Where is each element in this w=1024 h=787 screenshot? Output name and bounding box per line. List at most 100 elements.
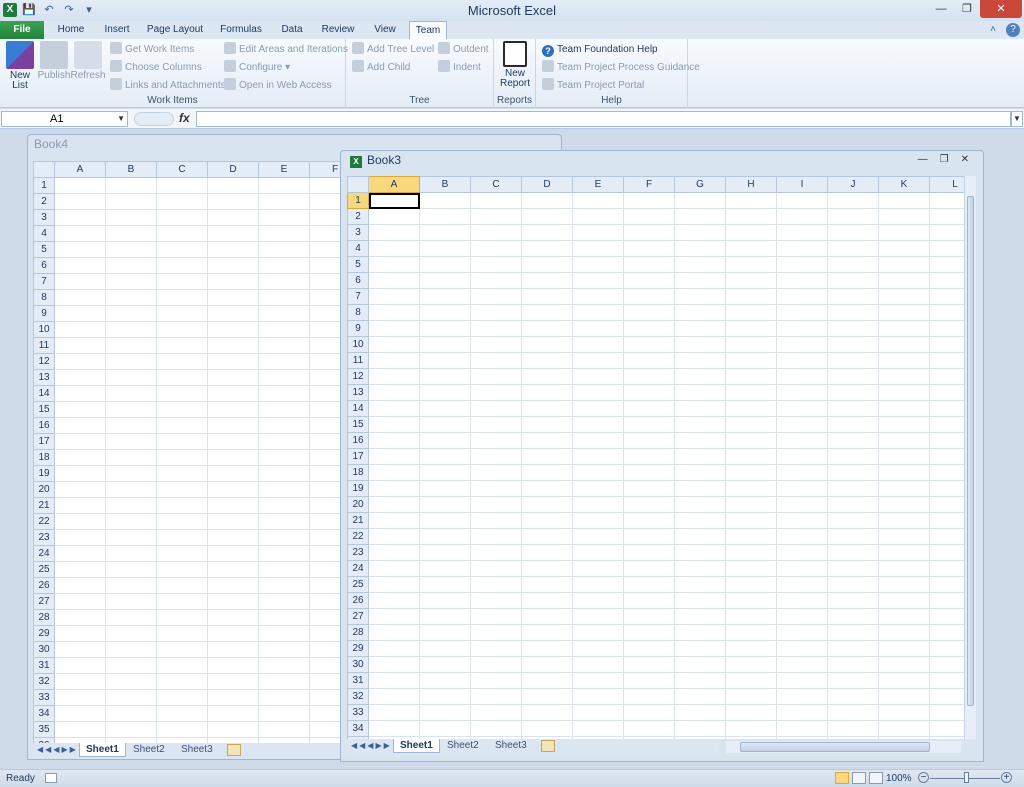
cell-c1[interactable]	[470, 192, 522, 209]
cell-c10[interactable]	[156, 321, 208, 338]
cell-k26[interactable]	[878, 592, 930, 609]
cell-b7[interactable]	[105, 273, 157, 290]
cell-d15[interactable]	[207, 401, 259, 418]
cell-j12[interactable]	[827, 368, 879, 385]
cell-j30[interactable]	[827, 656, 879, 673]
row-header[interactable]: 18	[347, 464, 369, 481]
cell-e22[interactable]	[258, 513, 310, 530]
restore-icon[interactable]: ❐	[940, 154, 949, 165]
cell-j29[interactable]	[827, 640, 879, 657]
cell-f16[interactable]	[309, 417, 343, 434]
cell-g16[interactable]	[674, 432, 726, 449]
cell-a35[interactable]	[54, 721, 106, 738]
cell-b16[interactable]	[419, 432, 471, 449]
cell-j6[interactable]	[827, 272, 879, 289]
cell-e5[interactable]	[572, 256, 624, 273]
cell-b33[interactable]	[105, 689, 157, 706]
cell-d3[interactable]	[207, 209, 259, 226]
cell-i26[interactable]	[776, 592, 828, 609]
cell-c6[interactable]	[156, 257, 208, 274]
column-header-b[interactable]: B	[419, 176, 471, 193]
cell-a33[interactable]	[54, 689, 106, 706]
cell-e23[interactable]	[572, 544, 624, 561]
row-header[interactable]: 17	[33, 433, 55, 450]
cell-g33[interactable]	[674, 704, 726, 721]
cell-b26[interactable]	[419, 592, 471, 609]
cell-a6[interactable]	[368, 272, 420, 289]
formula-bar-splitter[interactable]	[134, 112, 174, 126]
cell-k17[interactable]	[878, 448, 930, 465]
cell-d22[interactable]	[207, 513, 259, 530]
cell-b15[interactable]	[419, 416, 471, 433]
cell-b23[interactable]	[419, 544, 471, 561]
cell-e33[interactable]	[258, 689, 310, 706]
cell-j1[interactable]	[827, 192, 879, 209]
cell-i23[interactable]	[776, 544, 828, 561]
cell-e18[interactable]	[572, 464, 624, 481]
cell-a30[interactable]	[368, 656, 420, 673]
cell-k19[interactable]	[878, 480, 930, 497]
cell-h19[interactable]	[725, 480, 777, 497]
indent-button[interactable]: Indent	[438, 60, 481, 76]
cell-a5[interactable]	[54, 241, 106, 258]
get-work-items-button[interactable]: Get Work Items	[110, 42, 194, 58]
sheet-nav-icon[interactable]: ◀◀◀▶▶	[351, 741, 392, 750]
cell-a8[interactable]	[54, 289, 106, 306]
cell-a16[interactable]	[54, 417, 106, 434]
cell-k13[interactable]	[878, 384, 930, 401]
cell-f8[interactable]	[623, 304, 675, 321]
cell-f12[interactable]	[309, 353, 343, 370]
cell-d31[interactable]	[207, 657, 259, 674]
cell-e8[interactable]	[572, 304, 624, 321]
cell-b4[interactable]	[419, 240, 471, 257]
cell-c16[interactable]	[470, 432, 522, 449]
cell-f30[interactable]	[623, 656, 675, 673]
cell-c17[interactable]	[156, 433, 208, 450]
cell-f14[interactable]	[623, 400, 675, 417]
cell-c22[interactable]	[470, 528, 522, 545]
cell-h32[interactable]	[725, 688, 777, 705]
cell-c11[interactable]	[470, 352, 522, 369]
cell-a17[interactable]	[54, 433, 106, 450]
open-web-access-button[interactable]: Open in Web Access	[224, 78, 332, 94]
row-header[interactable]: 23	[33, 529, 55, 546]
column-header-c[interactable]: C	[156, 161, 208, 178]
cell-e14[interactable]	[258, 385, 310, 402]
zoom-slider[interactable]: − +	[918, 772, 1012, 784]
cell-a12[interactable]	[54, 353, 106, 370]
cell-j8[interactable]	[827, 304, 879, 321]
column-header-a[interactable]: A	[54, 161, 106, 178]
cell-b31[interactable]	[105, 657, 157, 674]
cell-f14[interactable]	[309, 385, 343, 402]
cell-b27[interactable]	[105, 593, 157, 610]
cell-d9[interactable]	[521, 320, 573, 337]
cell-a18[interactable]	[54, 449, 106, 466]
page-break-view-icon[interactable]	[869, 772, 883, 784]
cell-l17[interactable]	[929, 448, 964, 465]
cell-b33[interactable]	[419, 704, 471, 721]
cell-j24[interactable]	[827, 560, 879, 577]
cell-h3[interactable]	[725, 224, 777, 241]
sheet-tab-sheet3[interactable]: Sheet3	[175, 743, 219, 757]
cell-e1[interactable]	[258, 177, 310, 194]
cell-j31[interactable]	[827, 672, 879, 689]
cell-k6[interactable]	[878, 272, 930, 289]
cell-c4[interactable]	[470, 240, 522, 257]
column-header-g[interactable]: G	[674, 176, 726, 193]
close-icon[interactable]: ✕	[980, 0, 1022, 18]
cell-b3[interactable]	[419, 224, 471, 241]
cell-a19[interactable]	[54, 465, 106, 482]
minimize-icon[interactable]: —	[928, 0, 954, 18]
cell-i35[interactable]	[776, 736, 828, 739]
row-header[interactable]: 35	[33, 721, 55, 738]
cell-b22[interactable]	[419, 528, 471, 545]
cell-a6[interactable]	[54, 257, 106, 274]
row-header[interactable]: 4	[33, 225, 55, 242]
cell-b34[interactable]	[105, 705, 157, 722]
cell-e20[interactable]	[572, 496, 624, 513]
cell-h12[interactable]	[725, 368, 777, 385]
cell-l20[interactable]	[929, 496, 964, 513]
cell-k33[interactable]	[878, 704, 930, 721]
cell-l23[interactable]	[929, 544, 964, 561]
cell-g5[interactable]	[674, 256, 726, 273]
